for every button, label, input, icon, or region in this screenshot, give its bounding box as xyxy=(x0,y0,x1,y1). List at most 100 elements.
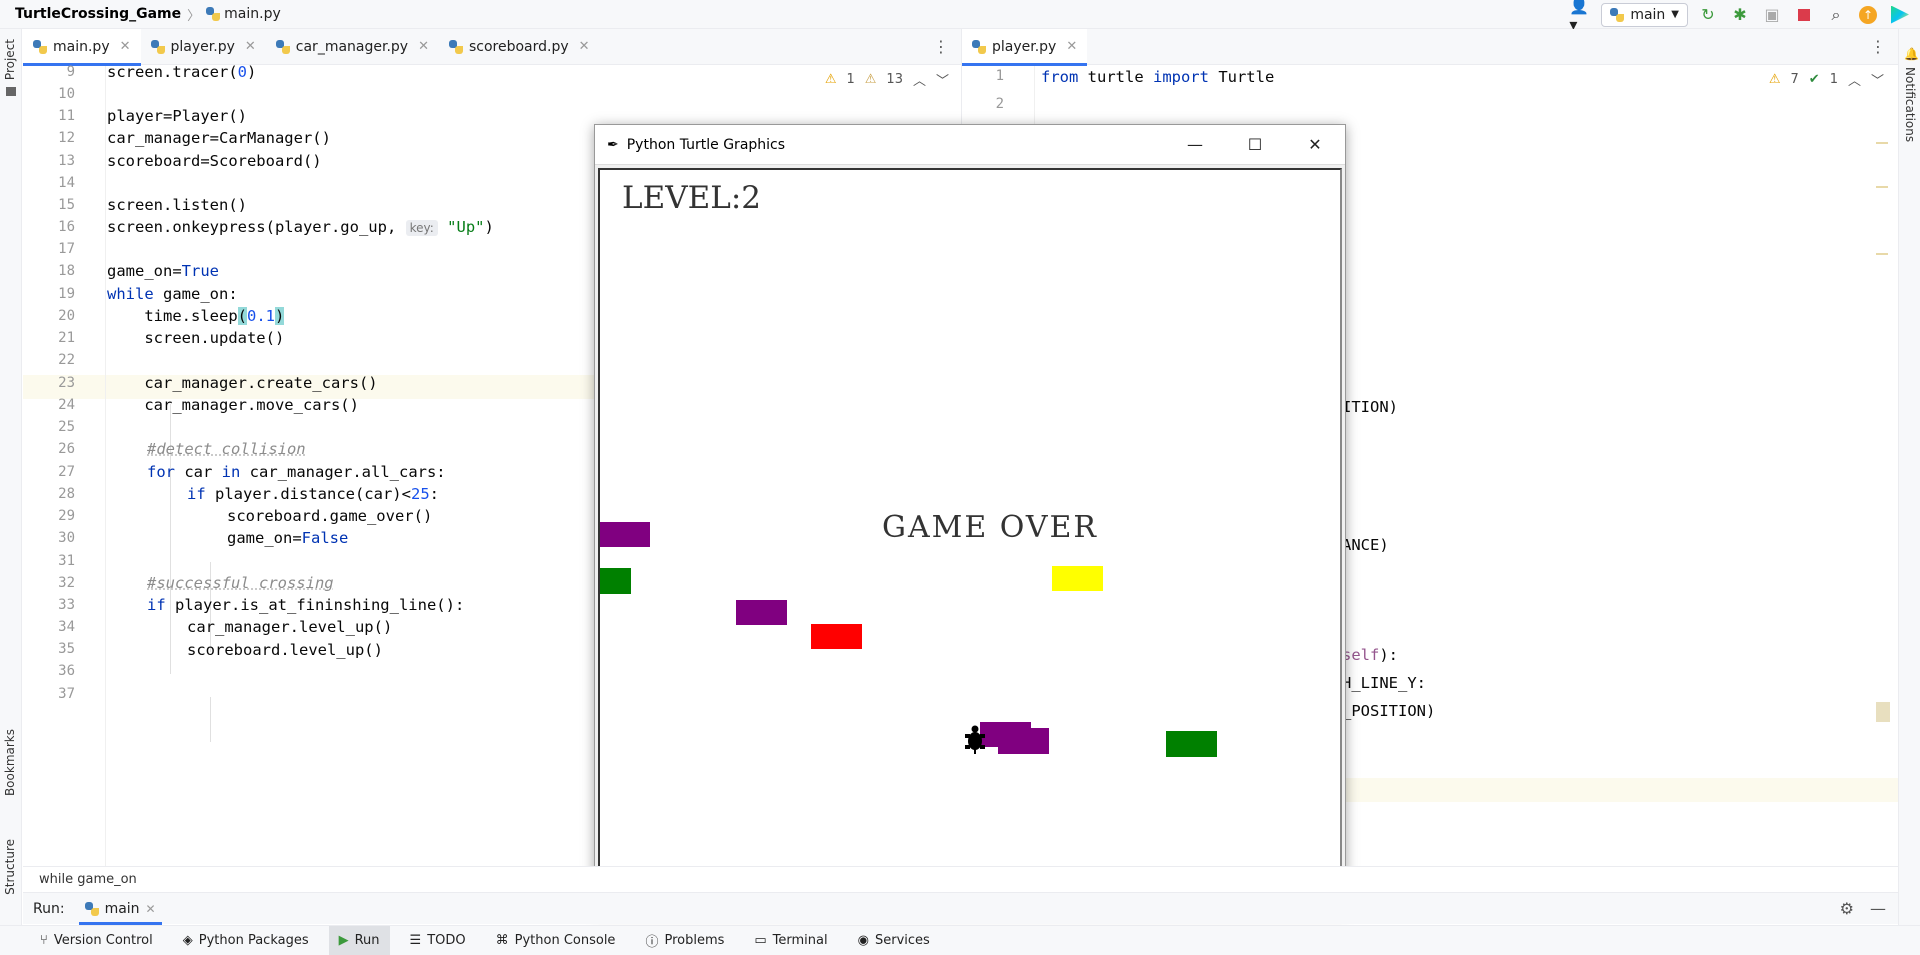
close-icon[interactable]: ✕ xyxy=(146,902,156,916)
services-icon: ◉ xyxy=(857,933,869,948)
left-editor-tabs: main.py ✕ player.py ✕ car_manager.py ✕ scor… xyxy=(23,28,961,66)
folder-icon[interactable] xyxy=(6,87,16,96)
scrollbar-marker[interactable] xyxy=(1876,142,1888,144)
car xyxy=(1166,731,1217,757)
close-icon[interactable]: ✕ xyxy=(245,39,256,54)
python-file-icon xyxy=(275,39,290,54)
code-string: "Up" xyxy=(447,218,485,236)
more-tabs-icon[interactable]: ⋮ xyxy=(1870,37,1886,56)
search-icon[interactable]: ⌕ xyxy=(1824,3,1848,27)
run-label: Run: xyxy=(33,900,65,917)
tool-label: Python Console xyxy=(514,933,616,948)
todo-button[interactable]: ☰ TODO xyxy=(400,926,476,955)
tab-main-py[interactable]: main.py ✕ xyxy=(23,28,141,66)
maximize-button[interactable]: ☐ xyxy=(1225,125,1285,165)
run-tool-window-header: Run: main ✕ ⚙ — xyxy=(23,892,1898,925)
turtle-canvas[interactable]: LEVEL:2 GAME OVER xyxy=(598,168,1342,910)
line-number: 28 xyxy=(58,486,75,502)
code-breadcrumb[interactable]: while game_on xyxy=(23,866,1898,892)
project-name[interactable]: TurtleCrossing_Game xyxy=(15,6,181,22)
scrollbar-marker[interactable] xyxy=(1876,253,1888,255)
tab-player-py-right[interactable]: player.py ✕ xyxy=(962,28,1088,66)
chevron-down-icon[interactable]: ﹀ xyxy=(1871,70,1884,89)
chevron-down-icon[interactable]: ﹀ xyxy=(936,70,949,89)
line-number: 12 xyxy=(58,130,75,146)
left-tool-strip: Project Bookmarks Structure xyxy=(0,29,22,926)
code-fragment: H_LINE_Y: xyxy=(1342,674,1426,692)
inspection-widget[interactable]: ⚠ 7 ✔ 1 ︿ ﹀ xyxy=(1769,70,1884,89)
code-fragment: ITION) xyxy=(1342,398,1398,416)
feather-icon: ✒ xyxy=(607,136,619,153)
tool-label: Terminal xyxy=(772,933,828,948)
code-line: car_manager.level_up() xyxy=(187,618,393,636)
inspection-widget[interactable]: ⚠ 1 ⚠ 13 ︿ ﹀ xyxy=(825,70,949,89)
run-config-tab[interactable]: main ✕ xyxy=(78,893,162,925)
stop-icon[interactable] xyxy=(1792,3,1816,27)
structure-tool-button[interactable]: Structure xyxy=(3,839,17,895)
line-number: 25 xyxy=(58,419,75,435)
services-button[interactable]: ◉ Services xyxy=(848,926,940,955)
update-icon[interactable]: ↑ xyxy=(1856,3,1880,27)
code-keyword: for xyxy=(147,463,175,481)
bell-icon[interactable]: 🔔 xyxy=(1904,47,1919,61)
scrollbar-thumb[interactable] xyxy=(1876,702,1890,722)
code-text: time.sleep xyxy=(107,307,238,325)
code-text: game_on= xyxy=(227,529,302,547)
run-button[interactable]: ▶ Run xyxy=(328,925,390,955)
tool-label: Problems xyxy=(664,933,725,948)
python-console-button[interactable]: ⌘ Python Console xyxy=(486,926,626,955)
code-line: car_manager.create_cars() xyxy=(107,374,378,392)
code-keyword: while xyxy=(107,285,154,303)
coverage-icon[interactable]: ▣ xyxy=(1760,3,1784,27)
code-text: : xyxy=(429,485,439,503)
user-icon[interactable]: 👤▾ xyxy=(1569,0,1593,34)
code-keyword: if xyxy=(147,596,166,614)
version-control-button[interactable]: ⑂ Version Control xyxy=(30,926,163,955)
code-line: car_manager=CarManager() xyxy=(107,129,331,147)
terminal-button[interactable]: ▭ Terminal xyxy=(744,926,837,955)
rerun-icon[interactable]: ↻ xyxy=(1696,3,1720,27)
line-number: 10 xyxy=(58,86,75,102)
code-line: scoreboard=Scoreboard() xyxy=(107,152,322,170)
project-tool-button[interactable]: Project xyxy=(3,39,17,80)
tab-car-manager-py[interactable]: car_manager.py ✕ xyxy=(266,29,439,65)
code-keyword: True xyxy=(181,262,219,280)
breadcrumb-file[interactable]: main.py xyxy=(206,6,281,22)
line-number: 34 xyxy=(58,619,75,635)
tab-scoreboard-py[interactable]: scoreboard.py ✕ xyxy=(439,29,600,65)
line-number: 27 xyxy=(58,464,75,480)
run-config-label: main xyxy=(1630,6,1666,23)
code-text: ) xyxy=(247,63,257,81)
tab-player-py[interactable]: player.py ✕ xyxy=(141,29,266,65)
problems-button[interactable]: ⓘ Problems xyxy=(635,926,734,955)
window-title-bar[interactable]: ✒ Python Turtle Graphics — ☐ ✕ xyxy=(595,125,1345,165)
hide-panel-icon[interactable]: — xyxy=(1870,899,1886,918)
scrollbar-marker[interactable] xyxy=(1876,186,1888,188)
bookmarks-tool-button[interactable]: Bookmarks xyxy=(3,729,17,796)
notifications-tool-button[interactable]: Notifications xyxy=(1903,67,1917,142)
line-number: 33 xyxy=(58,597,75,613)
gear-icon[interactable]: ⚙ xyxy=(1840,899,1854,918)
code-line: if player.distance(car)<25: xyxy=(187,485,439,503)
debug-icon[interactable]: ✱ xyxy=(1728,3,1752,27)
minimize-button[interactable]: — xyxy=(1165,125,1225,165)
code-text: player.is_at_fininshing_line(): xyxy=(165,596,465,614)
close-button[interactable]: ✕ xyxy=(1285,125,1345,165)
code-line: screen.listen() xyxy=(107,196,247,214)
tab-label: player.py xyxy=(992,38,1057,55)
more-tabs-icon[interactable]: ⋮ xyxy=(933,37,949,56)
tool-label: Python Packages xyxy=(198,933,309,948)
ide-logo-icon[interactable] xyxy=(1888,3,1912,27)
close-icon[interactable]: ✕ xyxy=(579,39,590,54)
close-icon[interactable]: ✕ xyxy=(418,39,429,54)
turtle-graphics-window[interactable]: ✒ Python Turtle Graphics — ☐ ✕ LEVEL:2 G… xyxy=(594,124,1346,913)
run-config-selector[interactable]: main ▼ xyxy=(1601,2,1688,27)
line-number: 36 xyxy=(58,663,75,679)
chevron-up-icon[interactable]: ︿ xyxy=(1848,70,1861,89)
python-packages-button[interactable]: ◈ Python Packages xyxy=(173,926,319,955)
tab-label: main.py xyxy=(53,38,110,55)
close-icon[interactable]: ✕ xyxy=(1066,39,1077,54)
car xyxy=(600,568,631,594)
chevron-up-icon[interactable]: ︿ xyxy=(913,70,926,89)
close-icon[interactable]: ✕ xyxy=(120,39,131,54)
